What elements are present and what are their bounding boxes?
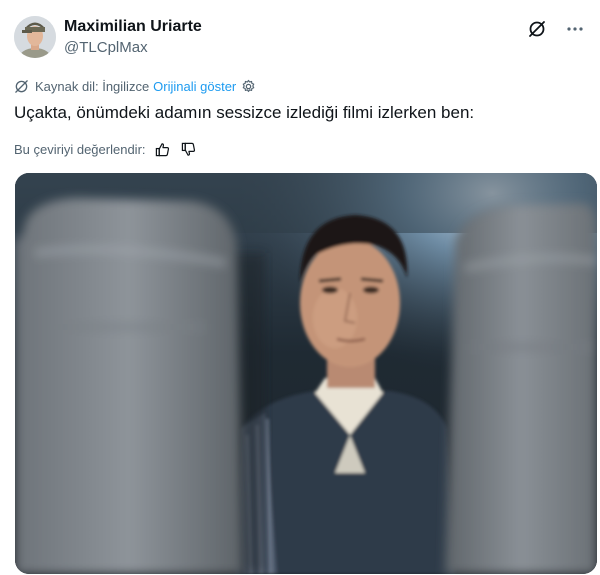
avatar[interactable] <box>14 16 56 58</box>
tweet-media[interactable] <box>15 173 597 574</box>
translation-info: Kaynak dil: İngilizce Orijinali göster <box>14 77 256 95</box>
source-language-label: Kaynak dil: İngilizce <box>35 78 150 94</box>
user-names: Maximilian Uriarte @TLCplMax <box>64 17 202 58</box>
media-image <box>15 173 597 574</box>
display-name[interactable]: Maximilian Uriarte <box>64 17 202 37</box>
translation-rating: Bu çeviriyi değerlendir: <box>14 140 206 158</box>
thumbs-up-icon[interactable] <box>154 140 172 158</box>
rate-translation-label: Bu çeviriyi değerlendir: <box>14 141 146 157</box>
more-icon[interactable] <box>564 18 586 40</box>
tweet-card: Maximilian Uriarte @TLCplMax Kaynak dil:… <box>0 0 600 575</box>
tweet-header: Maximilian Uriarte @TLCplMax <box>14 14 586 62</box>
user-handle[interactable]: @TLCplMax <box>64 38 202 58</box>
tweet-text: Uçakta, önümdeki adamın sessizce izlediğ… <box>14 103 475 122</box>
grok-icon[interactable] <box>526 18 548 40</box>
thumbs-down-icon[interactable] <box>180 140 198 158</box>
header-actions <box>526 18 586 40</box>
show-original-link[interactable]: Orijinali göster <box>153 79 236 94</box>
translate-icon <box>14 78 30 94</box>
gear-icon[interactable] <box>241 79 256 94</box>
